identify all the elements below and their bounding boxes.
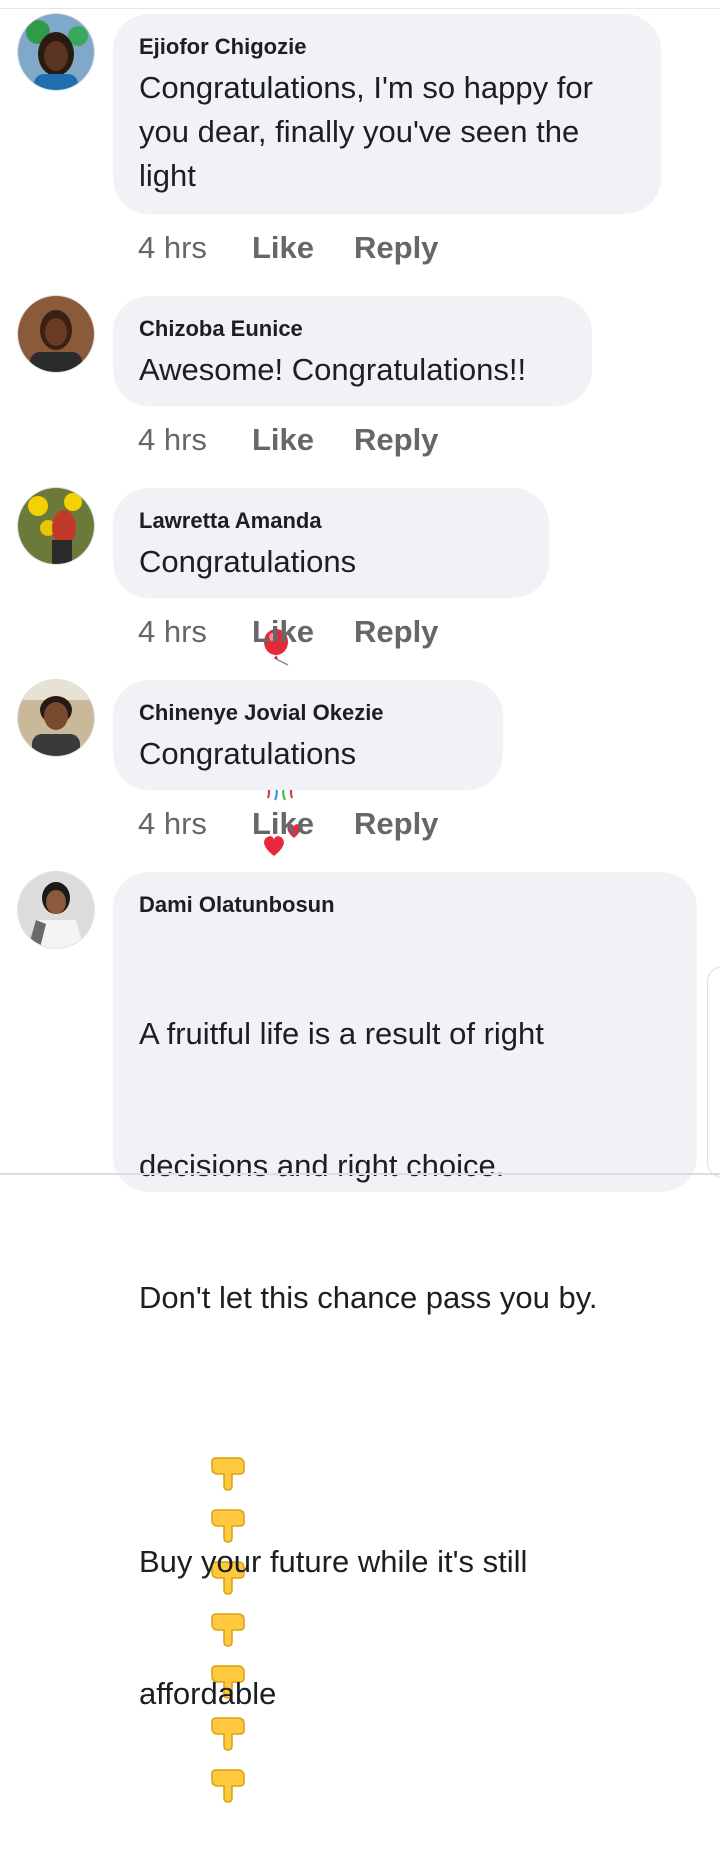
comment-text-line: Buy your future while it's still: [139, 1544, 528, 1579]
comment-text-line: affordable: [139, 1676, 277, 1711]
comment-actions: 4 hrs Like Reply: [138, 806, 438, 842]
comment-text-line: decisions and right choice.: [139, 1148, 505, 1183]
pointing-down-icon: [208, 1712, 250, 1764]
comment-author[interactable]: Dami Olatunbosun: [139, 892, 671, 918]
avatar[interactable]: [18, 14, 94, 90]
comment-timestamp[interactable]: 4 hrs: [138, 614, 252, 650]
avatar[interactable]: [18, 872, 94, 948]
like-button[interactable]: Like: [252, 230, 354, 266]
floating-panel-edge: [707, 966, 720, 1178]
bottom-divider: [0, 1173, 720, 1175]
comment-bubble: Chizoba Eunice Awesome! Congratulations!…: [113, 296, 592, 406]
pointing-down-emoji-row: [139, 1408, 671, 1803]
reply-button[interactable]: Reply: [354, 422, 438, 458]
avatar[interactable]: [18, 680, 94, 756]
like-button[interactable]: Like: [252, 806, 354, 842]
top-divider: [0, 8, 720, 9]
pointing-down-icon: [208, 1608, 250, 1660]
comment-text-content: Congratulations: [139, 736, 357, 771]
comment-timestamp[interactable]: 4 hrs: [138, 806, 252, 842]
comment-actions: 4 hrs Like Reply: [138, 614, 438, 650]
comment-author[interactable]: Chizoba Eunice: [139, 316, 566, 342]
comment-text: A fruitful life is a result of right dec…: [139, 924, 671, 1804]
comment-text-line: A fruitful life is a result of right: [139, 1016, 544, 1051]
comment-author[interactable]: Lawretta Amanda: [139, 508, 523, 534]
comment-timestamp[interactable]: 4 hrs: [138, 422, 252, 458]
comment-text: Congratulations, I'm so happy for you de…: [139, 70, 602, 193]
reply-button[interactable]: Reply: [354, 614, 438, 650]
comment-actions: 4 hrs Like Reply: [138, 422, 438, 458]
comment-bubble: Ejiofor Chigozie Congratulations, I'm so…: [113, 14, 661, 214]
pointing-down-icon: [208, 1452, 250, 1504]
comment-text-line: Don't let this chance pass you by.: [139, 1280, 598, 1315]
reply-button[interactable]: Reply: [354, 230, 438, 266]
like-button[interactable]: Like: [252, 614, 354, 650]
avatar[interactable]: [18, 296, 94, 372]
comment-text: Awesome! Congratulations!!: [139, 352, 527, 387]
comment-timestamp[interactable]: 4 hrs: [138, 230, 252, 266]
avatar[interactable]: [18, 488, 94, 564]
reply-button[interactable]: Reply: [354, 806, 438, 842]
comment-bubble: Chinenye Jovial Okezie Congratulations: [113, 680, 503, 996]
comment-actions: 4 hrs Like Reply: [138, 230, 438, 266]
comment-bubble: Dami Olatunbosun A fruitful life is a re…: [113, 872, 697, 1803]
comment-author[interactable]: Chinenye Jovial Okezie: [139, 700, 477, 726]
pointing-down-icon: [208, 1764, 250, 1816]
comment-text-content: Congratulations: [139, 544, 357, 579]
comment-bubble: Lawretta Amanda Congratulations: [113, 488, 549, 940]
like-button[interactable]: Like: [252, 422, 354, 458]
comment-author[interactable]: Ejiofor Chigozie: [139, 34, 635, 60]
